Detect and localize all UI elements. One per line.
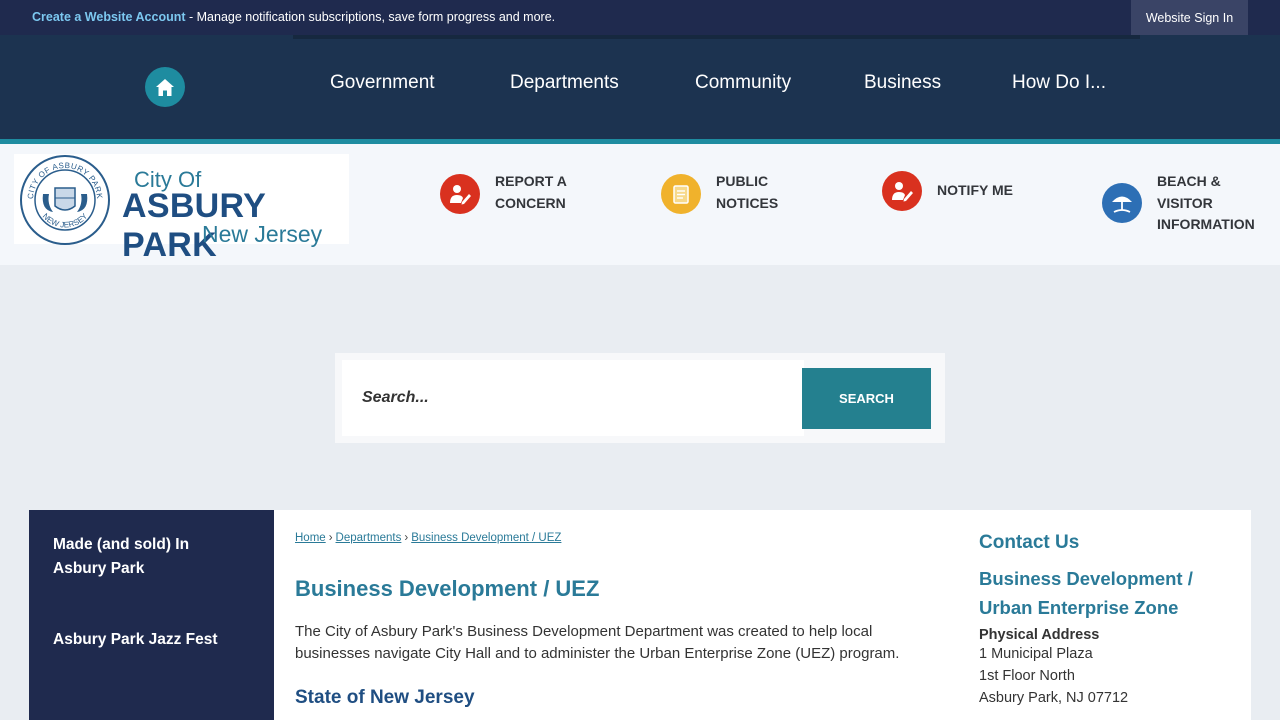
quick-link-label: BEACH &: [1157, 173, 1221, 189]
search-button[interactable]: SEARCH: [802, 368, 931, 429]
contact-department[interactable]: Business Development / Urban Enterprise …: [979, 564, 1239, 622]
site-logo[interactable]: CITY OF ASBURY PARK NEW JERSEY City Of A…: [14, 154, 349, 264]
beach-umbrella-icon: [1102, 183, 1142, 223]
create-account-link[interactable]: Create a Website Account: [32, 10, 186, 24]
account-message: Create a Website Account - Manage notifi…: [32, 10, 555, 24]
contact-department-line: Business Development /: [979, 568, 1193, 589]
contact-title: Contact Us: [979, 532, 1080, 553]
section-heading: State of New Jersey: [295, 687, 475, 708]
notice-icon: [661, 174, 701, 214]
nav-item-business[interactable]: Business: [864, 72, 941, 94]
quick-link-label: VISITOR: [1157, 194, 1213, 211]
page-title: Business Development / UEZ: [295, 576, 600, 601]
address-label: Physical Address: [979, 627, 1100, 643]
contact-department-line: Urban Enterprise Zone: [979, 597, 1179, 618]
breadcrumb-departments[interactable]: Departments: [336, 532, 402, 544]
nav-item-how-do-i[interactable]: How Do I...: [1012, 72, 1106, 94]
account-message-text: - Manage notification subscriptions, sav…: [185, 10, 556, 24]
nav-item-departments[interactable]: Departments: [510, 72, 619, 94]
quick-link-label: PUBLIC: [716, 173, 769, 189]
breadcrumb-home[interactable]: Home: [295, 532, 326, 544]
address-line: 1 Municipal Plaza: [979, 646, 1093, 662]
quick-link-label: CONCERN: [495, 194, 566, 211]
page-intro: The City of Asbury Park's Business Devel…: [295, 623, 900, 662]
sign-in-button[interactable]: Website Sign In: [1131, 0, 1248, 35]
main-content: Home › Departments › Business Development / …: [274, 510, 1251, 720]
quick-link-label: REPORT A: [495, 173, 567, 189]
nav-divider: [293, 35, 1140, 39]
quick-link-label: INFORMATION: [1157, 216, 1255, 232]
quick-links-bar: CITY OF ASBURY PARK NEW JERSEY City Of A…: [0, 144, 1280, 265]
logo-new-jersey: New Jersey: [202, 221, 323, 247]
address-line: 1st Floor North: [979, 668, 1075, 684]
sidebar-item-label: Asbury Park Jazz Fest: [53, 631, 218, 648]
main-navigation: Government Departments Community Busines…: [0, 35, 1280, 139]
home-button[interactable]: [145, 67, 185, 107]
home-icon: [156, 78, 174, 96]
quick-link-label: NOTICES: [716, 194, 779, 211]
contact-panel: Contact Us Business Development / Urban …: [979, 532, 1239, 709]
sidebar-item-label: Made (and sold) In: [53, 536, 190, 553]
sidebar-item-made-in-asbury-park[interactable]: Made (and sold) In Asbury Park: [53, 533, 189, 581]
report-concern-icon: [440, 174, 480, 214]
account-bar: Create a Website Account - Manage notifi…: [0, 0, 1280, 35]
sidebar-item-label: Asbury Park: [53, 560, 145, 577]
city-seal-icon: CITY OF ASBURY PARK NEW JERSEY: [20, 155, 110, 245]
sidebar-nav: Made (and sold) In Asbury Park Asbury Pa…: [29, 510, 274, 720]
nav-item-government[interactable]: Government: [330, 72, 435, 94]
search-input[interactable]: [342, 360, 804, 436]
quick-link-label: NOTIFY ME: [937, 182, 1013, 198]
sidebar-item-jazz-fest[interactable]: Asbury Park Jazz Fest: [53, 628, 218, 652]
notify-icon: [882, 171, 922, 211]
address-line: Asbury Park, NJ 07712: [979, 690, 1129, 706]
breadcrumb-business-development[interactable]: Business Development / UEZ: [411, 532, 561, 544]
breadcrumb: Home › Departments › Business Development / …: [295, 532, 562, 544]
nav-item-community[interactable]: Community: [695, 72, 791, 94]
